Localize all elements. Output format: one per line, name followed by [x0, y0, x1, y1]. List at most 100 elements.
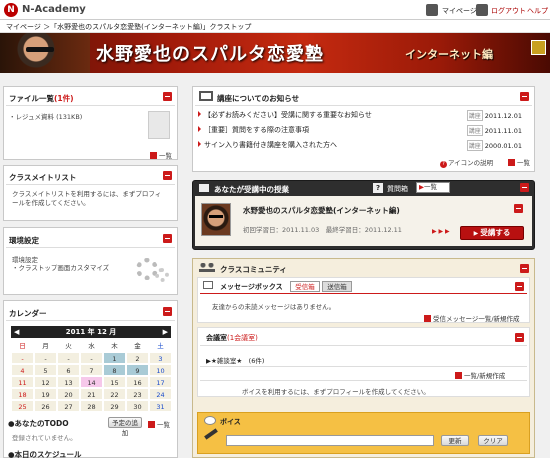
news-item[interactable]: 【必ずお読みください】受講に関する重要なお知らせ 講座 2011.12.01 [198, 110, 530, 121]
calendar-day[interactable]: 15 [103, 376, 126, 388]
calendar-day[interactable]: - [34, 352, 57, 364]
collapse-button[interactable] [163, 171, 172, 180]
message-list-link[interactable]: 受信メッセージ一覧/新規作成 [424, 313, 520, 323]
logo-text[interactable]: N-Academy [22, 4, 86, 15]
calendar-day[interactable]: 18 [11, 388, 34, 400]
file-item[interactable]: ・レジュメ資料 (131KB) [9, 111, 82, 121]
speech-bubble-icon [204, 416, 216, 425]
prev-month-icon[interactable]: ◀ [14, 326, 19, 338]
calendar-day[interactable]: 21 [80, 388, 103, 400]
calendar-day[interactable]: 22 [103, 388, 126, 400]
room-item[interactable]: ▶★雑談室★ (6件) [206, 355, 264, 365]
calendar-day[interactable]: 14 [80, 376, 103, 388]
calendar-day[interactable]: 29 [103, 400, 126, 412]
collapse-button[interactable] [163, 307, 172, 316]
banner-subtitle: インターネット編 [405, 48, 493, 61]
calendar-day[interactable]: 11 [11, 376, 34, 388]
news-item[interactable]: サイン入り書籍付き講座を購入された方へ 講座 2000.01.01 [198, 140, 530, 151]
clear-button[interactable]: クリア [478, 435, 508, 446]
voice-input[interactable] [226, 435, 434, 446]
add-schedule-button[interactable]: 予定の追加 [108, 417, 142, 437]
breadcrumb[interactable]: マイページ ＞「水野愛也のスパルタ恋愛塾(インターネット編)」クラストップ [6, 22, 251, 32]
next-month-icon[interactable]: ▶ [163, 326, 168, 338]
classmate-title: クラスメイトリスト [9, 173, 77, 182]
calendar-month-label: 2011 年 12 月 [65, 328, 117, 336]
collapse-button[interactable] [163, 92, 172, 101]
tab-inbox[interactable]: 受信箱 [290, 281, 320, 292]
tab-sent[interactable]: 送信箱 [322, 281, 352, 292]
collapse-button[interactable] [515, 333, 524, 342]
bullet-icon [198, 111, 201, 117]
calendar-day[interactable]: - [80, 352, 103, 364]
calendar-day[interactable]: 23 [126, 388, 149, 400]
calendar-day[interactable]: 12 [34, 376, 57, 388]
calendar-day[interactable]: 26 [34, 400, 57, 412]
course-dates: 初回学習日：2011.11.03 最終学習日：2011.12.11 [243, 226, 402, 234]
calendar-day[interactable]: 4 [11, 364, 34, 376]
community-title: クラスコミュニティ [220, 265, 287, 274]
calendar-day[interactable]: 13 [57, 376, 80, 388]
update-button[interactable]: 更新 [441, 435, 469, 446]
calendar-weekday: 木 [111, 342, 118, 350]
board-icon [199, 91, 213, 101]
calendar-day[interactable]: 5 [34, 364, 57, 376]
logout-icon[interactable] [476, 4, 488, 16]
course-title: あなたが受講中の授業 [214, 185, 289, 194]
calendar-day[interactable]: 28 [80, 400, 103, 412]
calendar-day[interactable]: 19 [34, 388, 57, 400]
collapse-button[interactable] [163, 234, 172, 243]
course-name[interactable]: 水野愛也のスパルタ恋愛塾(インターネット編) [243, 205, 400, 216]
calendar-day[interactable]: 2 [126, 352, 149, 364]
news-title: 講座についてのお知らせ [217, 94, 300, 103]
mypage-icon[interactable] [426, 4, 438, 16]
divider [6, 320, 175, 321]
calendar-day[interactable]: - [57, 352, 80, 364]
banner-nav-icon[interactable] [531, 40, 546, 55]
files-more-link[interactable]: 一覧 [150, 150, 172, 160]
calendar-day[interactable]: 9 [126, 364, 149, 376]
logout-link[interactable]: ログアウト [491, 6, 526, 16]
schedule-title: ●本日のスケジュール [8, 450, 82, 458]
start-lesson-button[interactable]: ▶ 受講する [460, 226, 524, 240]
news-item-title[interactable]: ［重要］質問をする際の注意事項 [198, 126, 309, 134]
divider [200, 293, 527, 294]
voice-box [197, 412, 530, 454]
calendar-day[interactable]: 3 [149, 352, 172, 364]
calendar-day[interactable]: 6 [57, 364, 80, 376]
news-item-date: 講座 2011.11.01 [466, 125, 522, 136]
voice-title: ボイス [220, 418, 241, 426]
news-item-title[interactable]: 【必ずお読みください】受講に関する重要なお知らせ [198, 111, 372, 119]
news-item-title[interactable]: サイン入り書籍付き講座を購入された方へ [198, 141, 337, 149]
calendar-day[interactable]: 7 [80, 364, 103, 376]
collapse-button[interactable] [515, 282, 524, 291]
news-more-link[interactable]: 一覧 [508, 157, 530, 167]
calendar-day[interactable]: 8 [103, 364, 126, 376]
icon-legend-link[interactable]: ? アイコンの説明 [440, 157, 493, 168]
mypage-link[interactable]: マイページ [442, 6, 477, 16]
calendar-day[interactable]: 31 [149, 400, 172, 412]
banner-title: 水野愛也のスパルタ恋愛塾 [96, 44, 324, 65]
collapse-button[interactable] [520, 264, 529, 273]
help-link[interactable]: ヘルプ [527, 6, 548, 16]
room-list-link[interactable]: 一覧/新規作成 [455, 370, 505, 380]
collapse-button[interactable] [520, 183, 529, 192]
calendar-day[interactable]: - [11, 352, 34, 364]
todo-empty: 登録されていません。 [12, 434, 77, 442]
news-item[interactable]: ［重要］質問をする際の注意事項 講座 2011.11.01 [198, 125, 530, 136]
todo-more-link[interactable]: 一覧 [148, 419, 170, 429]
logo-icon[interactable]: N [4, 3, 18, 17]
qa-more-button[interactable]: ▶一覧 [416, 182, 450, 193]
customize-link[interactable]: ・クラストップ画面カスタマイズ [12, 262, 109, 272]
calendar-day[interactable]: 10 [149, 364, 172, 376]
calendar-day[interactable]: 30 [126, 400, 149, 412]
calendar-day[interactable]: 27 [57, 400, 80, 412]
collapse-button[interactable] [514, 204, 523, 213]
calendar-day[interactable]: 24 [149, 388, 172, 400]
calendar-day[interactable]: 1 [103, 352, 126, 364]
collapse-button[interactable] [520, 92, 529, 101]
calendar-day[interactable]: 25 [11, 400, 34, 412]
calendar-day[interactable]: 16 [126, 376, 149, 388]
calendar-day[interactable]: 20 [57, 388, 80, 400]
calendar-day[interactable]: 17 [149, 376, 172, 388]
bullet-icon [198, 141, 201, 147]
